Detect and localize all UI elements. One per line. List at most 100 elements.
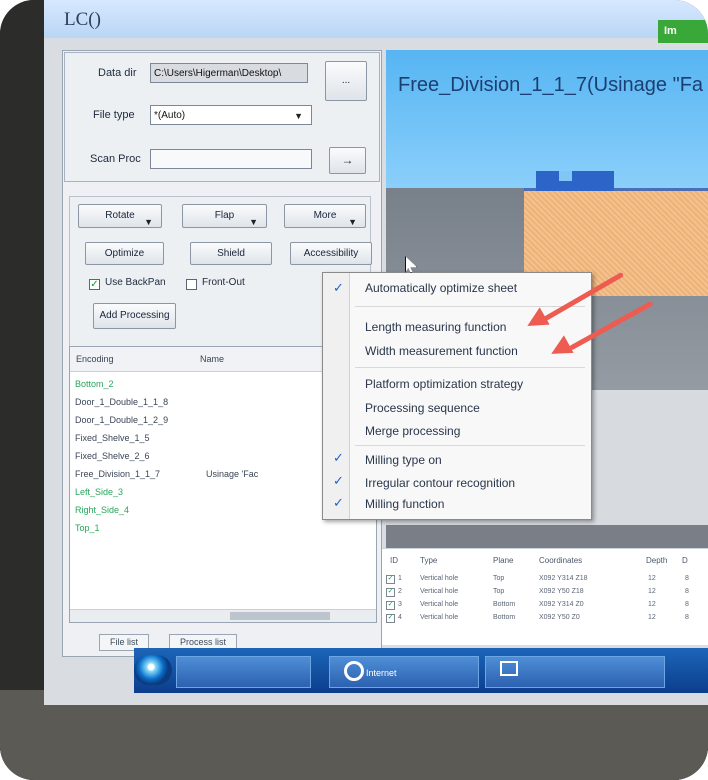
menu-item-milling-function[interactable]: Milling function: [365, 497, 444, 511]
scan-proc-input[interactable]: [150, 149, 312, 169]
row-d: 8: [685, 614, 689, 621]
start-button[interactable]: [134, 655, 172, 685]
check-icon: ✓: [333, 495, 344, 510]
add-processing-button[interactable]: Add Processing: [93, 303, 176, 329]
row-depth: 12: [648, 575, 656, 582]
row-coordinates: X092 Y50 Z0: [539, 614, 580, 621]
depth-column-header: Depth: [646, 556, 668, 565]
name-column-header: Name: [200, 354, 225, 364]
preview-sky-background: [386, 50, 708, 188]
menu-separator: [355, 445, 585, 446]
plane-column-header: Plane: [493, 556, 514, 565]
row-type: Vertical hole: [420, 575, 459, 582]
board-notch-visual: [559, 171, 572, 181]
row-depth: 12: [648, 588, 656, 595]
row-id: 4: [398, 614, 402, 621]
browse-data-dir-button[interactable]: ...: [325, 61, 367, 101]
check-icon: ✓: [333, 473, 344, 488]
taskbar-item-app[interactable]: [176, 656, 311, 688]
id-column-header: ID: [390, 556, 398, 565]
title-bar: LC() Im: [44, 0, 708, 43]
chevron-down-icon: ▼: [348, 217, 357, 227]
use-backpan-label: Use BackPan: [105, 277, 166, 288]
shield-button[interactable]: Shield: [190, 242, 272, 265]
optimize-button[interactable]: Optimize: [85, 242, 164, 265]
part-row-free-division-1-1-7[interactable]: Free_Division_1_1_7: [75, 469, 160, 479]
part-row-top-1[interactable]: Top_1: [75, 523, 100, 533]
row-id: 3: [398, 601, 402, 608]
row-type: Vertical hole: [420, 601, 459, 608]
part-row-right-side-4[interactable]: Right_Side_4: [75, 505, 129, 515]
menu-item-milling-type-on[interactable]: Milling type on: [365, 453, 442, 467]
scan-proc-button[interactable]: →: [329, 147, 366, 174]
type-column-header: Type: [420, 556, 438, 565]
preview-title: Free_Division_1_1_7(Usinage "Fa: [398, 74, 704, 96]
check-icon: ✓: [333, 280, 344, 295]
window-icon: [500, 661, 518, 676]
scan-proc-label: Scan Proc: [90, 153, 141, 165]
rotate-label: Rotate: [105, 210, 135, 221]
file-type-select[interactable]: *(Auto) ▼: [150, 105, 312, 125]
row-d: 8: [685, 575, 689, 582]
front-out-checkbox[interactable]: [186, 279, 197, 290]
photo-frame: LC() Im Data dir C:\Users\Higerman\Deskt…: [0, 0, 708, 780]
menu-item-length-measuring-function[interactable]: Length measuring function: [365, 320, 506, 334]
part-row-fixed-shelve-1-5[interactable]: Fixed_Shelve_1_5: [75, 433, 150, 443]
flap-dropdown-button[interactable]: Flap ▼: [182, 204, 267, 228]
menu-item-irregular-contour-recognition[interactable]: Irregular contour recognition: [365, 476, 515, 490]
row-checkbox[interactable]: ✓: [386, 614, 395, 623]
part-row-fixed-shelve-2-6[interactable]: Fixed_Shelve_2_6: [75, 451, 150, 461]
row-id: 2: [398, 588, 402, 595]
app-title: LC(): [64, 9, 101, 30]
menu-item-width-measurement-function[interactable]: Width measurement function: [365, 344, 518, 358]
accessibility-button[interactable]: Accessibility: [290, 242, 372, 265]
row-coordinates: X092 Y314 Z18: [539, 575, 588, 582]
menu-item-automatically-optimize-sheet[interactable]: Automatically optimize sheet: [365, 281, 517, 295]
accessibility-context-menu: ✓ Automatically optimize sheet Length me…: [322, 272, 592, 520]
row-checkbox[interactable]: ✓: [386, 575, 395, 584]
parts-list-horizontal-scrollbar[interactable]: [70, 609, 376, 622]
menu-separator: [355, 306, 585, 307]
row-plane: Top: [493, 575, 505, 582]
menu-item-processing-sequence[interactable]: Processing sequence: [365, 401, 480, 415]
row-plane: Bottom: [493, 601, 516, 608]
use-backpan-checkbox[interactable]: ✓: [89, 279, 100, 290]
parts-list-scroll-thumb[interactable]: [230, 612, 330, 620]
part-row-left-side-3[interactable]: Left_Side_3: [75, 487, 123, 497]
file-type-label: File type: [93, 109, 135, 121]
file-type-value: *(Auto): [154, 110, 186, 121]
operations-table: ID Type Plane Coordinates Depth D ✓ 1 Ve…: [382, 548, 708, 645]
encoding-column-header: Encoding: [76, 354, 114, 364]
menu-item-platform-optimization-strategy[interactable]: Platform optimization strategy: [365, 377, 523, 391]
row-type: Vertical hole: [420, 614, 459, 621]
row-plane: Top: [493, 588, 505, 595]
row-plane: Bottom: [493, 614, 516, 621]
row-checkbox[interactable]: ✓: [386, 588, 395, 597]
row-coordinates: X092 Y50 Z18: [539, 588, 584, 595]
row-depth: 12: [648, 614, 656, 621]
data-dir-input[interactable]: C:\Users\Higerman\Desktop\: [150, 63, 308, 83]
row-d: 8: [685, 588, 689, 595]
rotate-dropdown-button[interactable]: Rotate ▼: [78, 204, 162, 228]
menu-item-merge-processing[interactable]: Merge processing: [365, 424, 460, 438]
menu-separator: [355, 367, 585, 368]
row-coordinates: X092 Y314 Z0: [539, 601, 584, 608]
front-out-label: Front-Out: [202, 277, 245, 288]
part-row-door-1-double-1-1-8[interactable]: Door_1_Double_1_1_8: [75, 397, 168, 407]
dropdown-arrow-icon: ▼: [294, 111, 303, 121]
row-d: 8: [685, 601, 689, 608]
row-type: Vertical hole: [420, 588, 459, 595]
board-tab-visual: [536, 171, 614, 191]
more-dropdown-button[interactable]: More ▼: [284, 204, 366, 228]
part-row-door-1-double-1-2-9[interactable]: Door_1_Double_1_2_9: [75, 415, 168, 425]
data-dir-label: Data dir: [98, 67, 137, 79]
coordinates-column-header: Coordinates: [539, 556, 583, 565]
browser-icon: [344, 661, 364, 681]
row-id: 1: [398, 575, 402, 582]
part-row-bottom-2[interactable]: Bottom_2: [75, 379, 114, 389]
row-checkbox[interactable]: ✓: [386, 601, 395, 610]
chevron-down-icon: ▼: [249, 217, 258, 227]
chevron-down-icon: ▼: [144, 217, 153, 227]
title-badge: Im: [658, 20, 708, 43]
screen: LC() Im Data dir C:\Users\Higerman\Deskt…: [44, 0, 708, 705]
